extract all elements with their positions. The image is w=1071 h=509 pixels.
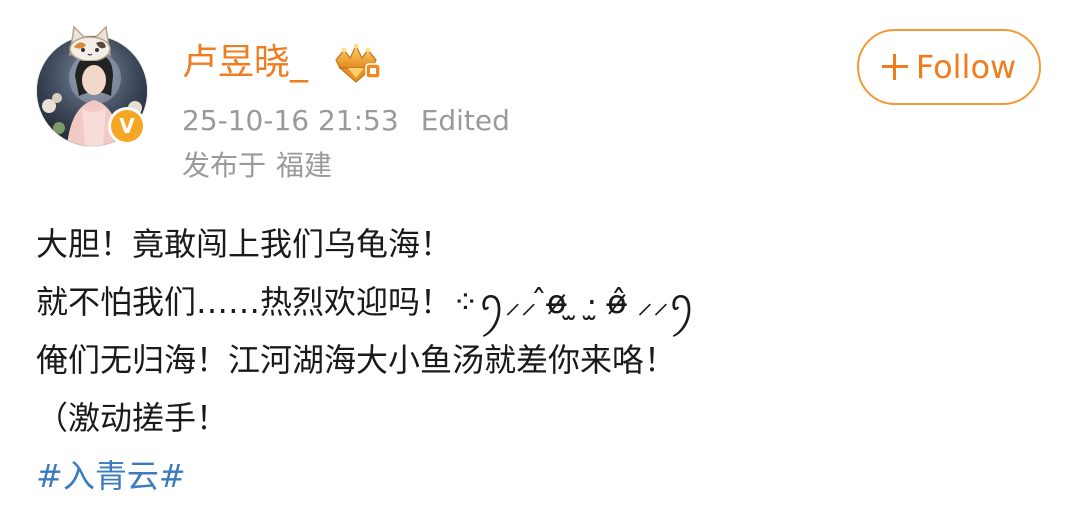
post-content: 大胆！竟敢闯上我们乌龟海！ 就不怕我们……热烈欢迎吗！⁘ꪆ⸝⸝ ̂ø̶ ̫ ·̫… — [36, 218, 1036, 508]
cat-frame-icon — [68, 25, 112, 61]
plus-icon — [881, 54, 908, 80]
location-city: 福建 — [276, 149, 333, 182]
post-meta-time: 25-10-16 21:53 Edited — [182, 104, 510, 138]
post-line: 大胆！竟敢闯上我们乌龟海！ — [36, 225, 453, 263]
author-name[interactable]: 卢昱晓_ — [182, 40, 308, 86]
author-avatar-container[interactable]: V — [36, 25, 148, 147]
hashtag-line: #入青云# — [36, 450, 1036, 508]
crown-badge-icon[interactable] — [330, 42, 382, 84]
verified-icon: V — [111, 110, 143, 142]
post-line: 就不怕我们……热烈欢迎吗！⁘ꪆ⸝⸝ ̂ø̶ ̫ ·̫ ø̶̂ ⸝⸝ꪆ — [36, 283, 695, 321]
post-line: 俺们无归海！江河湖海大小鱼汤就差你来咯！ — [36, 341, 677, 379]
post-timestamp: 25-10-16 21:53 — [182, 104, 399, 137]
location-prefix: 发布于 — [182, 149, 267, 182]
follow-button[interactable]: Follow — [857, 29, 1041, 105]
edited-label[interactable]: Edited — [421, 104, 510, 137]
follow-button-label: Follow — [915, 48, 1017, 86]
post-line: （激动搓手！ — [36, 399, 229, 437]
post-location: 发布于 福建 — [182, 149, 332, 183]
hashtag-link[interactable]: #入青云# — [36, 457, 186, 495]
weibo-post-card: V 卢昱晓_ 25-10-16 21:53 Edited 发布于 福建 Follow — [0, 0, 1071, 509]
verified-badge: V — [108, 107, 146, 145]
